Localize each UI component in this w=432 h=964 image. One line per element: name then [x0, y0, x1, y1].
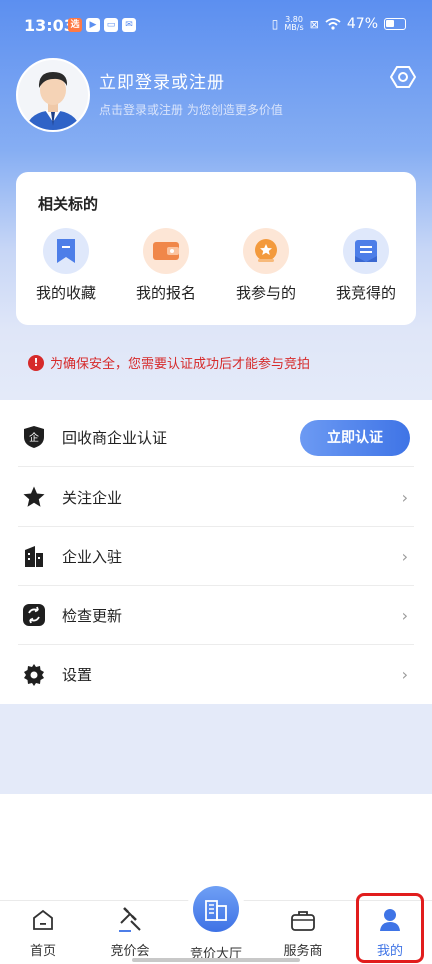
- chevron-right-icon: ›: [401, 547, 408, 566]
- chevron-right-icon: ›: [401, 606, 408, 625]
- tab-service-label: 服务商: [283, 944, 323, 959]
- menu-list: 企 回收商企业认证 立即认证 关注企业 › 企业入驻 › 检查更新 › 设置 ›: [0, 400, 432, 704]
- menu-label-follow: 关注企业: [62, 488, 123, 507]
- shield-enterprise-icon: 企: [22, 425, 46, 449]
- background-band: [0, 704, 432, 794]
- play-notification-icon: ▶: [86, 18, 100, 32]
- related-title: 相关标的: [38, 195, 99, 213]
- verify-now-button[interactable]: 立即认证: [300, 420, 410, 456]
- tab-auction-label: 竞价会: [110, 944, 150, 959]
- mail-notification-icon: ✉: [122, 18, 136, 32]
- related-items: 我的收藏 我的报名 我参与的 我竞得的: [16, 228, 416, 303]
- net-speed-unit: MB/s: [284, 23, 304, 32]
- notification-icons: 选 ▶ ▭ ✉: [68, 18, 136, 32]
- exclamation-icon: !: [28, 354, 44, 371]
- my-favorites-button[interactable]: 我的收藏: [16, 228, 116, 303]
- login-title[interactable]: 立即登录或注册: [99, 68, 225, 93]
- star-badge-icon: [243, 228, 289, 274]
- login-subtitle: 点击登录或注册 为您创造更多价值: [99, 103, 283, 117]
- tab-home[interactable]: 首页: [8, 907, 78, 959]
- tab-hall[interactable]: [193, 886, 239, 932]
- battery-icon: [384, 18, 406, 30]
- tab-home-label: 首页: [29, 944, 56, 959]
- briefcase-icon: [290, 907, 316, 933]
- home-icon: [30, 907, 56, 933]
- menu-item-update[interactable]: 检查更新 ›: [18, 586, 414, 645]
- my-participated-label: 我参与的: [235, 284, 296, 302]
- menu-label-verify: 回收商企业认证: [62, 428, 168, 447]
- user-avatar-icon: [18, 60, 88, 130]
- tab-mine-highlight: [356, 893, 424, 963]
- bookmark-icon: [43, 228, 89, 274]
- refresh-icon: [22, 603, 46, 627]
- menu-item-enterprise-verify[interactable]: 企 回收商企业认证 立即认证: [18, 408, 414, 467]
- my-favorites-label: 我的收藏: [35, 284, 96, 302]
- menu-item-settings[interactable]: 设置 ›: [18, 645, 414, 704]
- document-icon: [343, 228, 389, 274]
- warning-text: 为确保安全，您需要认证成功后才能参与竞拍: [50, 357, 311, 372]
- my-registrations-label: 我的报名: [135, 284, 196, 302]
- menu-item-join[interactable]: 企业入驻 ›: [18, 527, 414, 586]
- star-icon: [22, 485, 46, 509]
- svg-text:企: 企: [29, 431, 39, 444]
- inbox-notification-icon: ▭: [104, 18, 118, 32]
- my-participated-button[interactable]: 我参与的: [216, 228, 316, 303]
- gavel-icon: [117, 907, 143, 933]
- menu-label-settings: 设置: [62, 666, 93, 684]
- menu-item-follow[interactable]: 关注企业 ›: [18, 468, 414, 527]
- status-right: ▯ 3.80 MB/s ⊠ 47%: [272, 16, 406, 32]
- avatar[interactable]: [16, 58, 90, 132]
- network-speed: 3.80 MB/s: [284, 16, 303, 32]
- gear-icon: [22, 663, 46, 687]
- tab-auction[interactable]: 竞价会: [95, 907, 165, 959]
- building-icon: [22, 544, 46, 568]
- sim-icon: ⊠: [309, 17, 319, 31]
- building-hall-icon: [205, 900, 227, 921]
- status-bar: 13:03 选 ▶ ▭ ✉ ▯ 3.80 MB/s ⊠ 47%: [0, 0, 432, 50]
- my-won-button[interactable]: 我竞得的: [316, 228, 416, 303]
- battery-percent: 47%: [346, 16, 378, 32]
- chevron-right-icon: ›: [401, 488, 408, 507]
- my-registrations-button[interactable]: 我的报名: [116, 228, 216, 303]
- home-indicator: [132, 958, 300, 962]
- wifi-icon: [325, 18, 341, 30]
- profile-header[interactable]: 立即登录或注册 点击登录或注册 为您创造更多价值: [16, 58, 416, 134]
- menu-label-update: 检查更新: [62, 606, 123, 625]
- my-won-label: 我竞得的: [335, 284, 396, 302]
- wallet-icon: [143, 228, 189, 274]
- vibrate-icon: ▯: [271, 17, 279, 31]
- related-card: 相关标的 我的收藏 我的报名 我参与的 我竞得的: [16, 172, 416, 325]
- security-warning: ! 为确保安全，您需要认证成功后才能参与竞拍: [28, 353, 310, 372]
- hexagon-settings-icon[interactable]: [390, 64, 416, 90]
- chevron-right-icon: ›: [401, 665, 408, 684]
- tab-service[interactable]: 服务商: [268, 907, 338, 959]
- app-notification-icon: 选: [68, 18, 82, 32]
- menu-label-join: 企业入驻: [62, 547, 123, 566]
